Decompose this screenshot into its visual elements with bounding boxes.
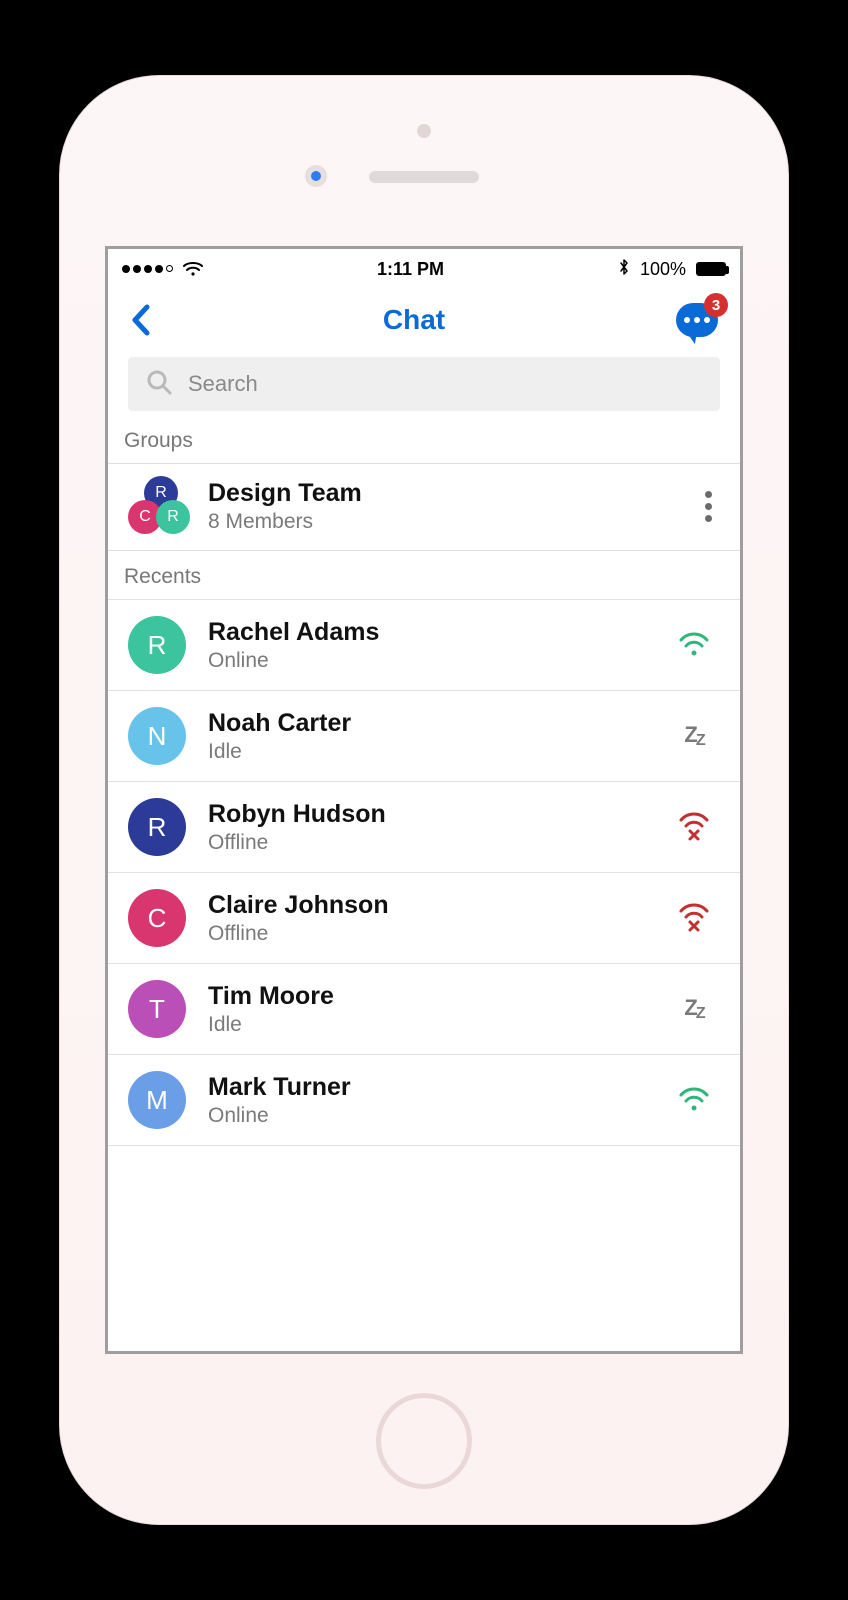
avatar: R: [128, 616, 186, 674]
screen: 1:11 PM 100% Chat: [105, 246, 743, 1354]
avatar: R: [128, 798, 186, 856]
avatar: N: [128, 707, 186, 765]
status-idle-icon: ZZ: [676, 995, 712, 1023]
contact-name: Noah Carter: [208, 709, 676, 738]
contact-row[interactable]: M Mark TurnerOnline: [108, 1055, 740, 1146]
page-title: Chat: [383, 304, 445, 336]
search-icon: [146, 369, 172, 400]
groups-section-label: Groups: [108, 423, 740, 463]
signal-strength-icon: [122, 265, 173, 273]
contact-row[interactable]: R Rachel AdamsOnline: [108, 599, 740, 691]
contacts-list: RRachel AdamsOnlineNNoah CarterIdleZZRRo…: [108, 599, 740, 1146]
search-field[interactable]: [128, 357, 720, 411]
avatar: C: [128, 889, 186, 947]
notification-badge: 3: [704, 293, 728, 317]
status-offline-icon: [676, 903, 712, 933]
contact-status: Offline: [208, 922, 676, 946]
battery-percent: 100%: [640, 259, 686, 280]
home-button[interactable]: [376, 1393, 472, 1489]
contact-name: Rachel Adams: [208, 618, 676, 647]
contact-name: Mark Turner: [208, 1073, 676, 1102]
back-button[interactable]: [130, 303, 152, 337]
contact-status: Online: [208, 1104, 676, 1128]
phone-frame: 1:11 PM 100% Chat: [59, 75, 789, 1525]
wifi-icon: [183, 261, 203, 277]
app-header: Chat 3: [108, 289, 740, 351]
recents-section-label: Recents: [108, 551, 740, 599]
battery-icon: [696, 262, 726, 276]
contact-row[interactable]: T Tim MooreIdleZZ: [108, 964, 740, 1055]
group-avatar: R: [156, 500, 190, 534]
group-members: 8 Members: [208, 510, 699, 534]
status-online-icon: [676, 632, 712, 658]
contact-status: Idle: [208, 740, 676, 764]
proximity-sensor: [417, 124, 431, 138]
group-name: Design Team: [208, 479, 699, 508]
status-offline-icon: [676, 812, 712, 842]
messages-button[interactable]: 3: [676, 303, 718, 337]
contact-status: Offline: [208, 831, 676, 855]
search-input[interactable]: [188, 371, 702, 397]
contact-name: Robyn Hudson: [208, 800, 676, 829]
contact-row[interactable]: R Robyn HudsonOffline: [108, 782, 740, 873]
contact-status: Idle: [208, 1013, 676, 1037]
more-options-button[interactable]: [699, 485, 718, 528]
contact-name: Tim Moore: [208, 982, 676, 1011]
group-row[interactable]: R C R Design Team 8 Members: [108, 463, 740, 551]
avatar: T: [128, 980, 186, 1038]
phone-speaker: [369, 171, 479, 183]
group-avatars: R C R: [124, 476, 196, 536]
bluetooth-icon: [618, 258, 630, 281]
contact-row[interactable]: C Claire JohnsonOffline: [108, 873, 740, 964]
avatar: M: [128, 1071, 186, 1129]
status-time: 1:11 PM: [377, 259, 444, 280]
front-camera: [305, 165, 327, 187]
contact-name: Claire Johnson: [208, 891, 676, 920]
status-online-icon: [676, 1087, 712, 1113]
contact-row[interactable]: N Noah CarterIdleZZ: [108, 691, 740, 782]
status-bar: 1:11 PM 100%: [108, 249, 740, 289]
contact-status: Online: [208, 649, 676, 673]
status-idle-icon: ZZ: [676, 722, 712, 750]
